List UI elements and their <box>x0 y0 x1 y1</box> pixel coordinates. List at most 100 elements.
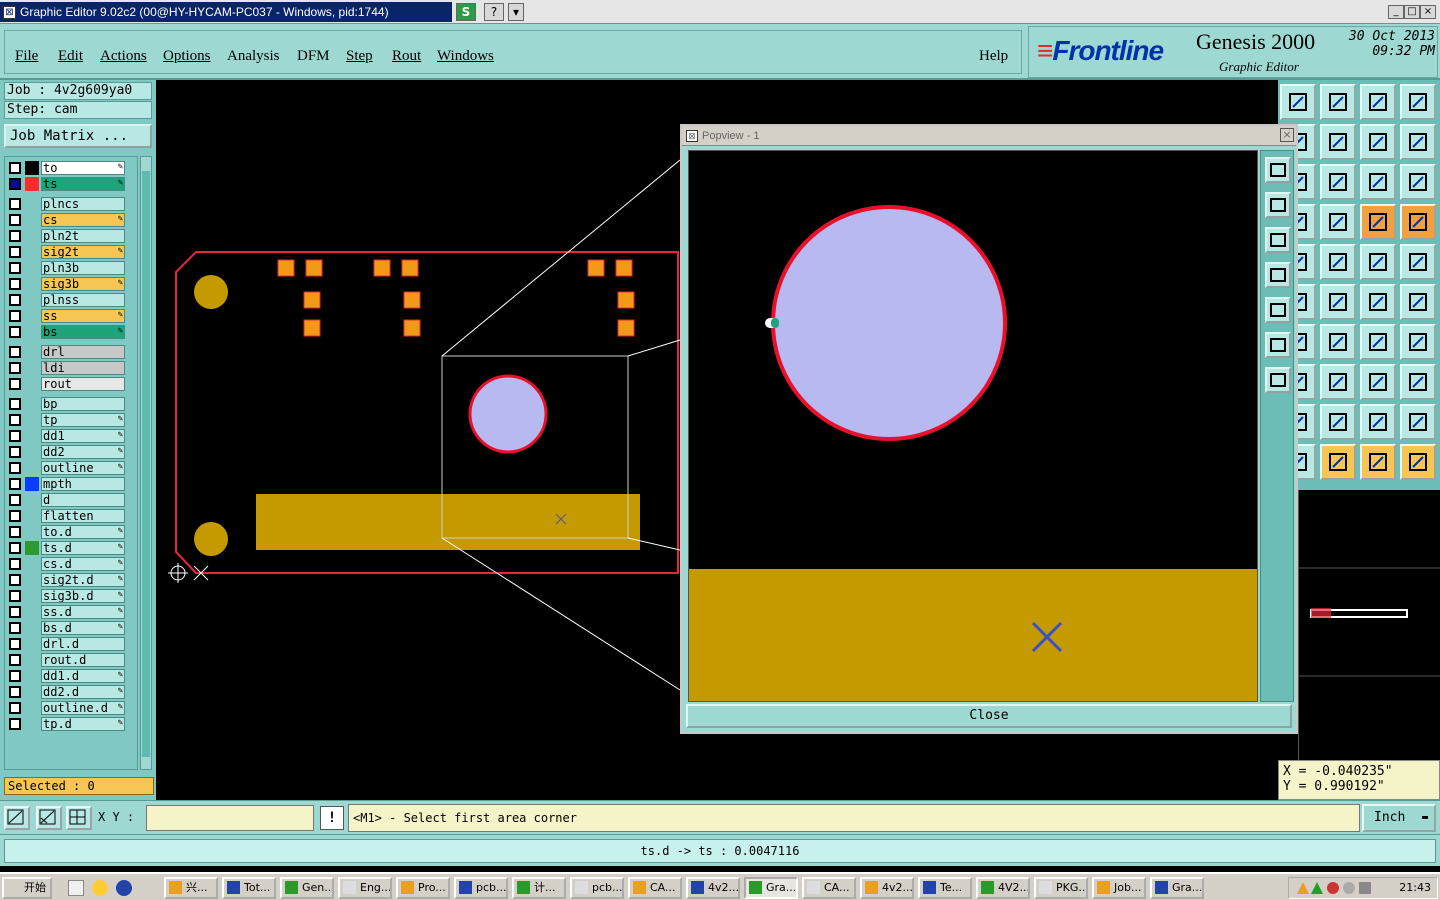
job-matrix-button[interactable]: Job Matrix ... <box>4 124 152 148</box>
menu-actions[interactable]: Actions <box>100 48 147 65</box>
layer-row-ts[interactable]: ts ✎ <box>7 177 125 191</box>
layer-checkbox[interactable] <box>9 178 21 190</box>
menu-dfm[interactable]: DFM <box>297 48 330 65</box>
popview-fit-icon[interactable] <box>1265 332 1291 358</box>
popview-right-icon[interactable] <box>1265 297 1291 323</box>
taskbar-task[interactable]: Eng... <box>338 877 392 899</box>
layer-name[interactable]: pln2t <box>41 229 125 243</box>
flip-icon[interactable] <box>1360 124 1396 160</box>
popview-center-icon[interactable] <box>1265 367 1291 393</box>
taskbar-task[interactable]: Te... <box>918 877 972 899</box>
layer-name[interactable]: to <box>41 161 125 175</box>
layer-row-drl[interactable]: drl <box>7 345 125 359</box>
layer-row-sig2t[interactable]: sig2t ✎ <box>7 245 125 259</box>
popview-canvas[interactable] <box>688 150 1258 702</box>
triangle-line-icon[interactable] <box>1400 404 1436 440</box>
layer-name[interactable]: to.d <box>41 525 125 539</box>
taskbar-task[interactable]: Gra... <box>744 877 798 899</box>
layer-name[interactable]: plnss <box>41 293 125 307</box>
s-toolbar-button[interactable]: S <box>456 3 476 21</box>
layer-row-to-d[interactable]: to.d ✎ <box>7 525 125 539</box>
layer-name[interactable]: rout.d <box>41 653 125 667</box>
snap-grid-icon[interactable] <box>66 806 92 830</box>
triangle-select-icon[interactable] <box>1360 404 1396 440</box>
layer-row-bp[interactable]: bp <box>7 397 125 411</box>
layer-checkbox[interactable] <box>9 246 21 258</box>
scrollbar-thumb[interactable] <box>142 171 150 757</box>
layer-row-d[interactable]: d <box>7 493 125 507</box>
layer-name[interactable]: sig3b <box>41 277 125 291</box>
layer-checkbox[interactable] <box>9 542 21 554</box>
layer-name[interactable]: cs <box>41 213 125 227</box>
layer-row-cs[interactable]: cs ✎ <box>7 213 125 227</box>
layer-checkbox[interactable] <box>9 510 21 522</box>
layer-checkbox[interactable] <box>9 718 21 730</box>
layer-row-mpth[interactable]: mpth <box>7 477 125 491</box>
layer-name[interactable]: dd1 <box>41 429 125 443</box>
layer-name[interactable]: flatten <box>41 509 125 523</box>
layer-checkbox[interactable] <box>9 326 21 338</box>
taskbar-task[interactable]: Gra... <box>1150 877 1204 899</box>
taskbar-task[interactable]: Tot... <box>222 877 276 899</box>
layer-checkbox[interactable] <box>9 214 21 226</box>
layer-checkbox[interactable] <box>9 446 21 458</box>
taskbar-task[interactable]: PKG... <box>1034 877 1088 899</box>
layer-checkbox[interactable] <box>9 574 21 586</box>
layer-checkbox[interactable] <box>9 294 21 306</box>
layer-checkbox[interactable] <box>9 606 21 618</box>
taskbar-task[interactable]: pcb... <box>570 877 624 899</box>
xy-input[interactable] <box>146 805 314 831</box>
popview-close-icon[interactable]: × <box>1280 128 1294 142</box>
layer-checkbox[interactable] <box>9 362 21 374</box>
cross-icon[interactable] <box>1320 284 1356 320</box>
layer-checkbox[interactable] <box>9 310 21 322</box>
diagonal-icon[interactable] <box>1320 324 1356 360</box>
layer-row-ldi[interactable]: ldi <box>7 361 125 375</box>
popview-export-icon[interactable] <box>1265 192 1291 218</box>
layer-row-cs-d[interactable]: cs.d ✎ <box>7 557 125 571</box>
color-icon[interactable] <box>1320 244 1356 280</box>
start-button[interactable]: 开始 <box>2 877 52 899</box>
split-icon[interactable] <box>1400 324 1436 360</box>
layer-name[interactable]: sig2t <box>41 245 125 259</box>
layer-checkbox[interactable] <box>9 494 21 506</box>
layer-row-sig3b-d[interactable]: sig3b.d ✎ <box>7 589 125 603</box>
menu-help[interactable]: Help <box>979 48 1008 65</box>
resize-icon[interactable] <box>1400 124 1436 160</box>
measure-icon[interactable] <box>36 806 62 830</box>
taskbar-task[interactable]: CA... <box>628 877 682 899</box>
layer-checkbox[interactable] <box>9 346 21 358</box>
layer-name[interactable]: cs.d <box>41 557 125 571</box>
taskbar-task[interactable]: 4v2... <box>686 877 740 899</box>
taskbar-task[interactable]: 兴... <box>164 877 218 899</box>
scale-icon[interactable] <box>1360 164 1396 200</box>
popview-close-button[interactable]: Close <box>686 704 1292 728</box>
import-icon[interactable] <box>1320 84 1356 120</box>
layer-checkbox[interactable] <box>9 398 21 410</box>
layer-checkbox[interactable] <box>9 686 21 698</box>
layer-name[interactable]: bs.d <box>41 621 125 635</box>
layer-name[interactable]: sig3b.d <box>41 589 125 603</box>
layer-row-pln3b[interactable]: pln3b <box>7 261 125 275</box>
layer-color-swatch[interactable] <box>25 541 39 555</box>
layer-name[interactable]: outline.d <box>41 701 125 715</box>
triangle-up-icon[interactable] <box>1320 404 1356 440</box>
minimize-button[interactable]: _ <box>1388 5 1404 19</box>
layer-checkbox[interactable] <box>9 162 21 174</box>
taskbar-task[interactable]: pcb... <box>454 877 508 899</box>
layer-row-rout-d[interactable]: rout.d <box>7 653 125 667</box>
shapes-icon[interactable] <box>1400 364 1436 400</box>
zoom-area-icon[interactable] <box>4 806 30 830</box>
layer-name[interactable]: bs <box>41 325 125 339</box>
layer-row-tp[interactable]: tp ✎ <box>7 413 125 427</box>
taskbar-task[interactable]: Job... <box>1092 877 1146 899</box>
pin-layout-alt-icon[interactable] <box>1400 204 1436 240</box>
layer-row-plncs[interactable]: plncs <box>7 197 125 211</box>
help-toolbar-button[interactable]: ? <box>484 3 504 21</box>
popview-import-icon[interactable] <box>1265 227 1291 253</box>
layer-row-bs-d[interactable]: bs.d ✎ <box>7 621 125 635</box>
layer-name[interactable]: dd1.d <box>41 669 125 683</box>
layer-row-rout[interactable]: rout <box>7 377 125 391</box>
help-icon[interactable] <box>1400 164 1436 200</box>
layer-checkbox[interactable] <box>9 526 21 538</box>
